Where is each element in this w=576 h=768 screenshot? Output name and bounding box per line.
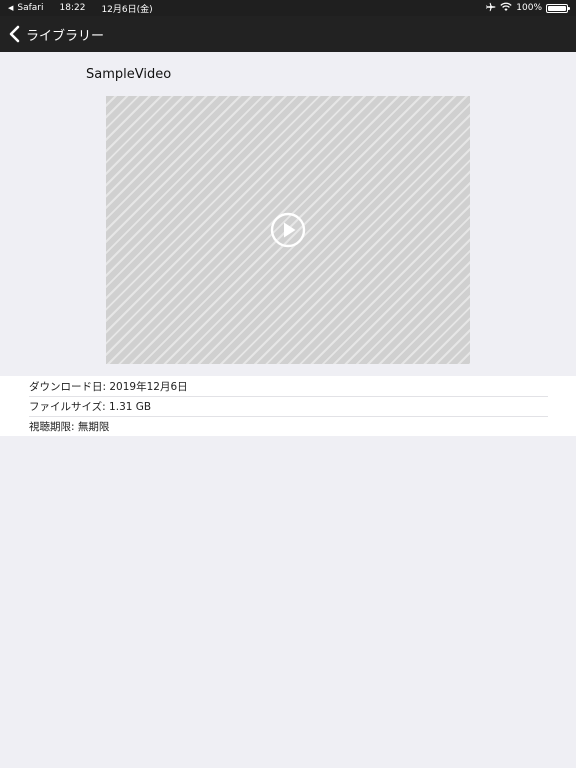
- back-button[interactable]: ライブラリー: [8, 25, 104, 44]
- file-size-row: ファイルサイズ: 1.31 GB: [0, 396, 576, 416]
- back-to-app-icon[interactable]: ◀: [8, 4, 13, 12]
- viewing-period-row: 視聴期限: 無期限: [0, 416, 576, 436]
- airplane-icon: [485, 2, 496, 15]
- status-time: 18:22: [59, 3, 86, 13]
- back-app-label[interactable]: Safari: [17, 3, 43, 13]
- video-info-list: ダウンロード日: 2019年12月6日 ファイルサイズ: 1.31 GB 視聴期…: [0, 376, 576, 436]
- chevron-left-icon: [8, 25, 22, 43]
- video-title: SampleVideo: [86, 67, 172, 82]
- battery-percent: 100%: [516, 3, 542, 13]
- navigation-bar: ライブラリー: [0, 16, 576, 52]
- play-icon[interactable]: [270, 212, 306, 248]
- wifi-icon: [500, 2, 512, 14]
- viewing-period-text: 視聴期限: 無期限: [29, 420, 110, 433]
- battery-icon: [546, 3, 570, 13]
- status-bar: ◀ Safari 18:22 12月6日(金) 100%: [0, 0, 576, 16]
- back-button-label: ライブラリー: [26, 28, 105, 44]
- status-date: 12月6日(金): [101, 4, 153, 15]
- video-player[interactable]: [106, 96, 470, 364]
- download-date-text: ダウンロード日: 2019年12月6日: [29, 380, 188, 393]
- file-size-text: ファイルサイズ: 1.31 GB: [29, 400, 152, 413]
- download-date-row: ダウンロード日: 2019年12月6日: [0, 376, 576, 396]
